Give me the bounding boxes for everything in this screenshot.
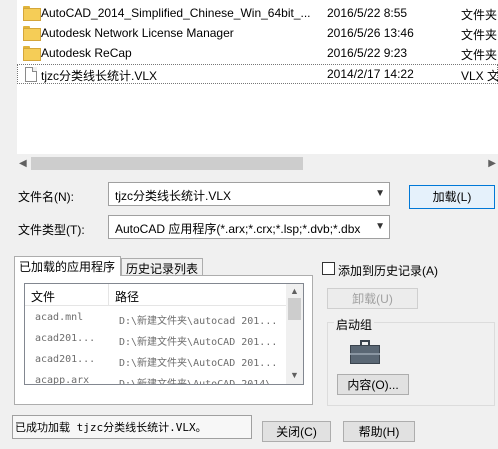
folder-icon [23, 26, 41, 41]
list-item-file: acad201... [35, 333, 96, 344]
column-header-file[interactable]: 文件 [25, 284, 109, 306]
list-item-file: acad201... [35, 354, 96, 365]
list-item-path: D:\新建文件夹\AutoCAD 201... [119, 337, 278, 348]
list-item-path: D:\新建文件夹\AutoCAD 2014\ [119, 379, 272, 385]
column-header-path[interactable]: 路径 [109, 284, 287, 306]
filename-value: tjzc分类线长统计.VLX [115, 189, 232, 203]
unload-button[interactable]: 卸载(U) [327, 288, 418, 309]
list-item-file: acapp.arx [35, 375, 90, 385]
close-button[interactable]: 关闭(C) [262, 421, 331, 442]
scroll-thumb[interactable] [288, 298, 301, 320]
chevron-down-icon[interactable]: ▼ [375, 188, 385, 199]
chevron-down-icon[interactable]: ▼ [375, 221, 385, 232]
file-date: 2014/2/17 14:22 [327, 67, 414, 81]
file-name: Autodesk ReCap [41, 46, 132, 60]
add-to-history-label[interactable]: 添加到历史记录(A) [338, 262, 438, 279]
list-item[interactable]: acad201... D:\新建文件夹\AutoCAD 201... [25, 350, 287, 371]
file-row[interactable]: AutoCAD_2014_Simplified_Chinese_Win_64bi… [17, 3, 498, 23]
file-row[interactable]: Autodesk Network License Manager 2016/5/… [17, 23, 498, 43]
briefcase-icon [350, 340, 380, 364]
file-date: 2016/5/22 8:55 [327, 6, 408, 20]
file-name: Autodesk Network License Manager [41, 26, 234, 40]
file-name: tjzc分类线长统计.VLX [41, 69, 158, 83]
filename-combobox[interactable]: tjzc分类线长统计.VLX ▼ [108, 182, 390, 206]
list-item-path: D:\新建文件夹\AutoCAD 201... [119, 358, 278, 369]
file-browser-list[interactable]: AutoCAD_2014_Simplified_Chinese_Win_64bi… [17, 0, 498, 154]
file-name: AutoCAD_2014_Simplified_Chinese_Win_64bi… [41, 6, 311, 20]
filetype-combobox[interactable]: AutoCAD 应用程序(*.arx;*.crx;*.lsp;*.dvb;*.d… [108, 215, 390, 239]
scroll-down-icon[interactable]: ▼ [290, 370, 299, 380]
list-item[interactable]: acad201... D:\新建文件夹\AutoCAD 201... [25, 329, 287, 350]
list-item-path: D:\新建文件夹\autocad 201... [119, 316, 278, 327]
file-type: 文件夹 [461, 48, 498, 62]
contents-button[interactable]: 内容(O)... [337, 374, 409, 395]
file-type: 文件夹 [461, 28, 498, 42]
file-row[interactable]: Autodesk ReCap 2016/5/22 9:23 文件夹 [17, 43, 498, 63]
startup-group-title: 启动组 [334, 316, 375, 333]
load-button[interactable]: 加载(L) [409, 185, 495, 209]
file-type: VLX 文 [461, 69, 498, 83]
filetype-label: 文件类型(T): [18, 223, 85, 237]
scroll-right-icon[interactable]: ▶ [488, 158, 496, 169]
file-date: 2016/5/26 13:46 [327, 26, 414, 40]
list-item[interactable]: acapp.arx D:\新建文件夹\AutoCAD 2014\ [25, 371, 287, 385]
file-icon [23, 67, 39, 82]
list-item[interactable]: acad.mnl D:\新建文件夹\autocad 201... [25, 308, 287, 329]
vertical-scrollbar[interactable]: ▲ ▼ [286, 284, 303, 384]
folder-icon [23, 46, 41, 61]
file-row-selected[interactable]: tjzc分类线长统计.VLX 2014/2/17 14:22 VLX 文 [17, 64, 498, 84]
status-message: 已成功加载 tjzc分类线长统计.VLX。 [12, 415, 252, 439]
filename-label: 文件名(N): [18, 190, 74, 204]
filetype-value: AutoCAD 应用程序(*.arx;*.crx;*.lsp;*.dvb;*.d… [115, 222, 361, 236]
scroll-left-icon[interactable]: ◀ [19, 158, 27, 169]
file-type: 文件夹 [461, 8, 498, 22]
horizontal-scrollbar[interactable]: ◀ ▶ [17, 155, 498, 172]
file-date: 2016/5/22 9:23 [327, 46, 408, 60]
help-button[interactable]: 帮助(H) [343, 421, 415, 442]
add-to-history-checkbox[interactable] [322, 262, 335, 275]
scroll-up-icon[interactable]: ▲ [290, 286, 299, 296]
tab-history-list[interactable]: 历史记录列表 [121, 258, 203, 276]
tab-loaded-applications[interactable]: 已加载的应用程序 [14, 256, 121, 276]
list-item-file: acad.mnl [35, 312, 84, 323]
scroll-thumb[interactable] [31, 157, 303, 170]
folder-icon [23, 6, 41, 21]
loaded-applications-list[interactable]: 文件 路径 acad.mnl D:\新建文件夹\autocad 201... a… [24, 283, 304, 385]
